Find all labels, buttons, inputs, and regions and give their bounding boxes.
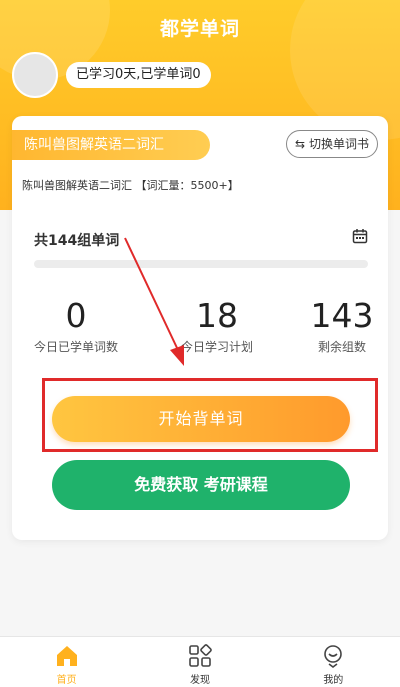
tab-discover[interactable]: 发现 [133, 637, 266, 687]
page-title: 都学单词 [159, 18, 240, 40]
home-icon [56, 646, 77, 666]
study-status: 已学习0天,已学单词0 [66, 62, 211, 88]
start-memorize-button[interactable]: 开始背单词 [52, 396, 350, 442]
book-tag: 陈叫兽图解英语二词汇 [12, 130, 210, 160]
stat-remaining-value: 143 [310, 296, 374, 335]
stat-plan-label: 今日学习计划 [180, 340, 253, 354]
bottom-tab-bar: 首页 发现 我的 [0, 636, 400, 687]
switch-book-label: 切换单词书 [309, 137, 370, 151]
switch-book-button[interactable]: ⇆ 切换单词书 [286, 130, 378, 158]
groups-count: 共144组单词 [34, 233, 120, 249]
stat-learned-label: 今日已学单词数 [33, 340, 118, 354]
free-course-button[interactable]: 免费获取 考研课程 [52, 460, 350, 510]
swap-icon: ⇆ [294, 137, 306, 151]
stat-remaining-label: 剩余组数 [317, 340, 366, 354]
tab-profile-label: 我的 [323, 675, 344, 686]
avatar[interactable] [12, 52, 58, 98]
discover-icon [189, 644, 212, 667]
book-info: 陈叫兽图解英语二词汇 【词汇量：5500+】 [22, 179, 239, 192]
tab-home[interactable]: 首页 [0, 637, 133, 687]
profile-icon [324, 645, 343, 668]
calendar-icon[interactable] [352, 228, 368, 244]
stat-learned-value: 0 [65, 296, 87, 335]
stat-plan-value: 18 [196, 296, 238, 335]
tab-discover-label: 发现 [189, 675, 210, 686]
tab-profile[interactable]: 我的 [267, 637, 400, 687]
progress-bar [34, 260, 368, 268]
tab-home-label: 首页 [56, 675, 77, 686]
